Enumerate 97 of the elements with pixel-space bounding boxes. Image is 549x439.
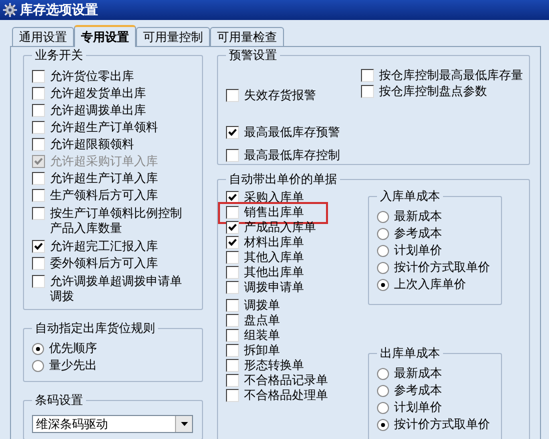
checkbox[interactable] (361, 85, 374, 98)
checkbox[interactable] (226, 329, 239, 342)
checkbox[interactable] (226, 281, 239, 294)
radio-label: 上次入库单价 (394, 277, 466, 292)
checkbox-label: 盘点单 (244, 313, 280, 328)
checkbox-label: 允许超生产订单入库 (50, 171, 158, 186)
checkbox-label: 按生产订单领料比例控制产品入库数量 (50, 206, 183, 236)
checkbox-label: 允许超调拨单出库 (50, 103, 146, 118)
checkbox[interactable] (226, 149, 239, 162)
checkbox-label: 产成品入库单 (244, 220, 316, 235)
radio-button[interactable] (377, 262, 389, 274)
checkbox[interactable] (226, 374, 239, 387)
checkbox[interactable] (226, 389, 239, 402)
radio-button[interactable] (377, 210, 389, 222)
radio-button[interactable] (32, 342, 44, 354)
checkbox-label: 销售出库单 (244, 205, 304, 220)
checkbox-label: 失效存货报警 (244, 88, 316, 103)
checkbox[interactable] (226, 126, 239, 139)
radio-button[interactable] (377, 278, 389, 290)
checkbox[interactable] (32, 138, 45, 151)
radio-button[interactable] (377, 244, 389, 256)
checkbox[interactable] (32, 257, 45, 270)
checkbox-label: 允许超完工汇报入库 (50, 239, 158, 254)
checkbox-label: 按仓库控制最高最低库存量 (379, 68, 523, 83)
checkbox[interactable] (32, 70, 45, 83)
group-title: 条码设置 (32, 393, 86, 407)
checkbox-label: 最高最低库存控制 (244, 148, 340, 163)
checkbox-label: 采购入库单 (244, 190, 304, 205)
checkbox[interactable] (226, 221, 239, 234)
checkbox[interactable] (226, 299, 239, 312)
radio-button[interactable] (377, 418, 389, 430)
checkbox[interactable] (226, 344, 239, 357)
checkbox[interactable] (32, 121, 45, 134)
checkbox-label: 允许货位零出库 (50, 69, 134, 84)
checkbox[interactable] (32, 240, 45, 253)
checkbox-label: 允许超生产订单领料 (50, 120, 158, 135)
radio-label: 计划单价 (394, 400, 442, 415)
checkbox-label: 不合格品记录单 (244, 373, 328, 388)
checkbox[interactable] (32, 207, 45, 220)
checkbox-label: 允许超采购订单入库 (50, 154, 158, 169)
checkbox-label: 允许超限额领料 (50, 137, 134, 152)
radio-label: 量少先出 (49, 358, 97, 373)
group-title: 自动带出单价的单据 (226, 172, 340, 186)
checkbox-label: 允许超发货单出库 (50, 86, 146, 101)
barcode-dropdown[interactable]: 维深条码驱动 (32, 415, 193, 433)
caret-icon (180, 422, 188, 426)
checkbox-label: 不合格品处理单 (244, 388, 328, 403)
tab[interactable]: 可用量控制 (136, 27, 210, 46)
checkbox-label: 调拨申请单 (244, 280, 304, 295)
checkbox[interactable] (226, 206, 239, 219)
radio-label: 按计价方式取单价 (394, 417, 490, 432)
checkbox[interactable] (226, 359, 239, 372)
checkbox[interactable] (32, 275, 45, 288)
radio-button[interactable] (377, 228, 389, 240)
radio-label: 最新成本 (394, 366, 442, 381)
group-title: 自动指定出库货位规则 (32, 321, 158, 335)
group-title: 业务开关 (32, 48, 86, 62)
checkbox-label: 最高最低库存预警 (244, 125, 340, 140)
checkbox-label: 材料出库单 (244, 235, 304, 250)
gear-icon (3, 3, 17, 17)
group-title: 出库单成本 (377, 346, 443, 360)
checkbox-label: 调拨单 (244, 298, 280, 313)
checkbox-label: 允许调拨单超调拨申请单调拨 (50, 274, 183, 304)
checkbox[interactable] (361, 69, 374, 82)
radio-label: 计划单价 (394, 243, 442, 258)
checkbox[interactable] (32, 172, 45, 185)
radio-button[interactable] (32, 360, 44, 372)
checkbox[interactable] (32, 189, 45, 202)
radio-label: 参考成本 (394, 226, 442, 241)
checkbox-label: 其他出库单 (244, 265, 304, 280)
radio-button[interactable] (377, 368, 389, 380)
radio-label: 最新成本 (394, 209, 442, 224)
checkbox-label: 拆卸单 (244, 343, 280, 358)
radio-button[interactable] (377, 384, 389, 396)
group-title: 预警设置 (226, 48, 280, 62)
radio-button[interactable] (377, 402, 389, 414)
checkbox-label: 形态转换单 (244, 358, 304, 373)
checkbox-label: 其他入库单 (244, 250, 304, 265)
checkbox[interactable] (226, 236, 239, 249)
radio-label: 按计价方式取单价 (394, 260, 490, 275)
radio-label: 参考成本 (394, 383, 442, 398)
checkbox-label: 组装单 (244, 328, 280, 343)
tab[interactable]: 专用设置 (74, 25, 136, 47)
checkbox-label: 生产领料后方可入库 (50, 188, 158, 203)
checkbox[interactable] (32, 104, 45, 117)
tab[interactable]: 可用量检查 (210, 27, 284, 46)
checkbox[interactable] (32, 87, 45, 100)
tab[interactable]: 通用设置 (12, 27, 74, 46)
window-title: 库存选项设置 (20, 2, 98, 19)
checkbox[interactable] (226, 89, 239, 102)
radio-label: 优先顺序 (49, 341, 97, 356)
checkbox-label: 委外领料后方可入库 (50, 256, 158, 271)
checkbox[interactable] (226, 266, 239, 279)
checkbox[interactable] (226, 314, 239, 327)
checkbox[interactable] (226, 251, 239, 264)
checkbox-label: 按仓库控制盘点参数 (379, 84, 487, 99)
group-title: 入库单成本 (377, 189, 443, 203)
